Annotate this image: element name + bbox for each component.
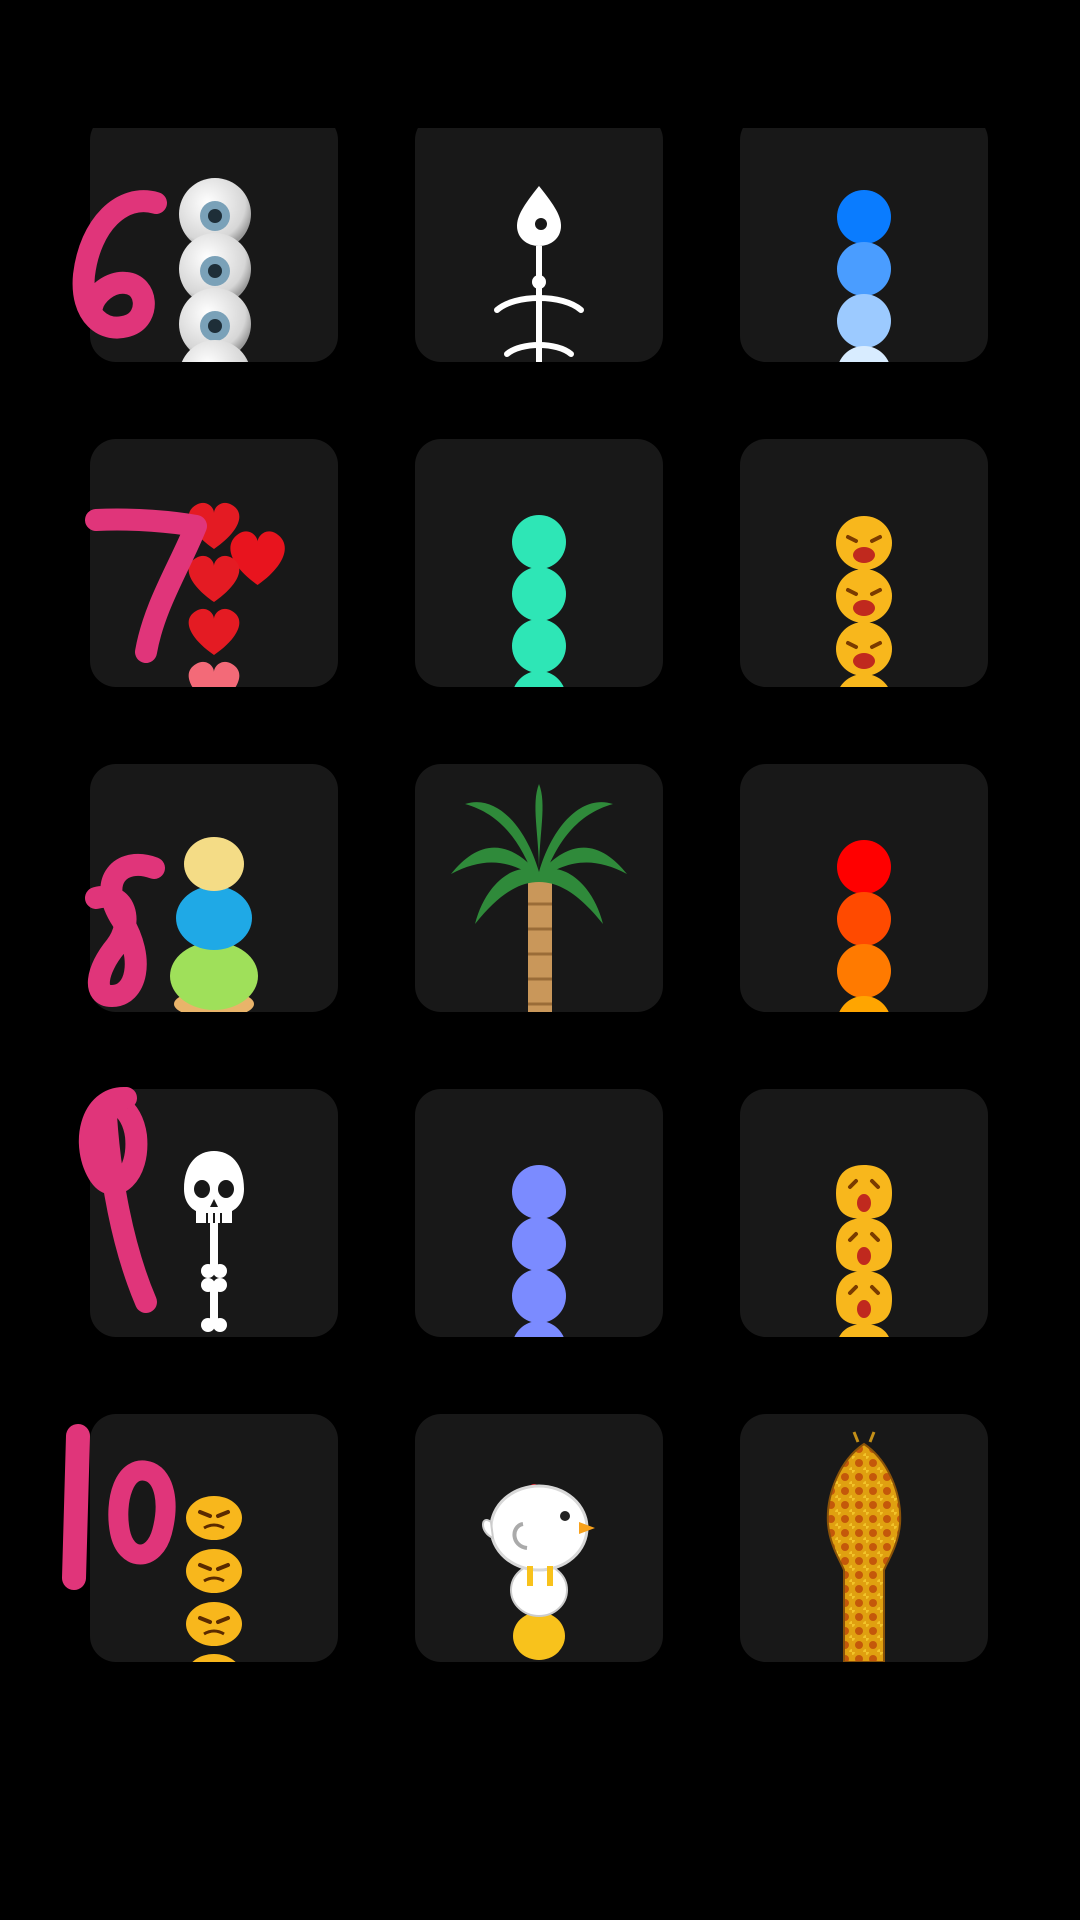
skin-tile-skeleton[interactable] [90, 1089, 338, 1337]
python-snake-icon [826, 1431, 902, 1662]
skin-tile-hearts[interactable] [90, 439, 338, 687]
skin-tile-blue-gradient[interactable] [740, 114, 988, 362]
skin-tile-angry-faces[interactable] [90, 1414, 338, 1662]
skin-tile-crying-faces[interactable] [740, 1089, 988, 1337]
heart-snake-icon [188, 502, 285, 687]
angry-face-snake-icon [186, 1496, 242, 1662]
skin-tile-real-snake[interactable] [740, 1414, 988, 1662]
skin-grid [0, 0, 1080, 1920]
blue-dots-snake-icon [837, 190, 891, 362]
skin-tile-laughing-faces[interactable] [740, 439, 988, 687]
skin-tile-chicken[interactable] [415, 1414, 663, 1662]
skull-snake-icon [184, 1151, 244, 1332]
skin-tile-ice-cream[interactable] [90, 764, 338, 1012]
periwinkle-dots-snake-icon [512, 1165, 566, 1337]
chicken-snake-icon [482, 1483, 595, 1660]
skin-tile-palm-tree[interactable] [415, 764, 663, 1012]
skin-tile-periwinkle-dots[interactable] [415, 1089, 663, 1337]
teal-dots-snake-icon [512, 515, 566, 687]
skin-tile-fire-gradient[interactable] [740, 764, 988, 1012]
skin-tile-eyeballs[interactable] [90, 114, 338, 362]
red-orange-dots-snake-icon [837, 840, 891, 1012]
palm-tree-snake-icon [451, 784, 627, 1012]
crying-face-snake-icon [836, 1165, 892, 1337]
eyeball-snake-icon [179, 178, 251, 362]
header-mask [0, 0, 1080, 128]
fishbone-snake-icon [494, 186, 584, 362]
skin-tile-teal-dots[interactable] [415, 439, 663, 687]
laughing-face-snake-icon [836, 516, 892, 687]
skin-tile-fish-bone[interactable] [415, 114, 663, 362]
ice-cream-snake-icon [170, 837, 258, 1012]
